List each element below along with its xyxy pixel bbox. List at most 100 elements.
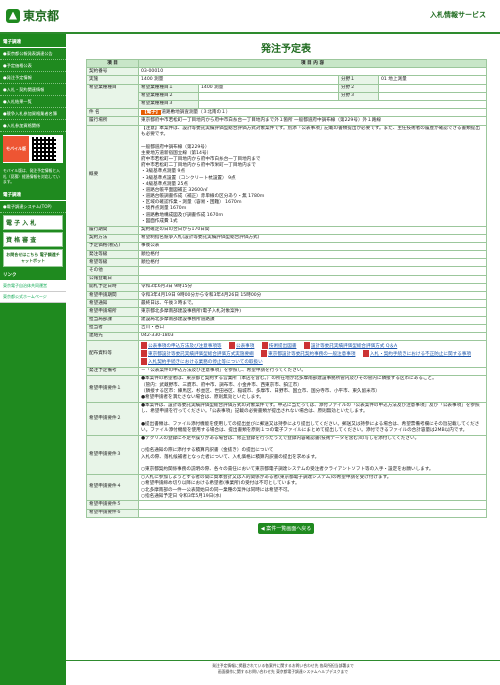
sidebar-heading-procurement: 電子調達	[0, 37, 66, 48]
main-content: 発注予定表 項 目 項 目 内 容 契約番号 03-00010 実施 1400 …	[86, 34, 487, 534]
label-business: 実施	[86, 75, 139, 85]
tokyo-logo[interactable]: 東京都	[6, 7, 59, 24]
label-gyomu3: 希望業種種目３	[138, 99, 199, 110]
back-to-list-button[interactable]: ◀ 案件一覧画面へ戻る	[258, 522, 314, 534]
value-gyomu2	[198, 91, 339, 101]
chatbot-banner[interactable]: お問合せはこちら 電子調達チャットボット	[3, 249, 63, 268]
doc-link[interactable]: 公表事項	[228, 341, 254, 349]
pdf-icon	[141, 341, 147, 349]
doc-link[interactable]: 設計等委託実績評価型総合評価方式 Q＆A	[303, 341, 397, 349]
label-other: その他	[86, 266, 139, 276]
label-kenmei: 件 名	[86, 108, 139, 118]
label-req5: 希望申請要件５	[86, 500, 139, 510]
qualification-button[interactable]: 資 格 審 査	[3, 232, 63, 248]
label-gyomu: 希望業種種目	[86, 83, 139, 110]
doc-link[interactable]: 入札契約手続きにおける業務の停止等についての取扱い	[141, 358, 263, 365]
value-rank: 順位格付	[138, 258, 487, 268]
value-other	[138, 266, 487, 276]
label-office: 希望申請場所	[86, 307, 139, 317]
sidebar-item-bid-results[interactable]: ●入札結果一覧	[0, 96, 66, 108]
col-header-content: 項 目 内 容	[138, 58, 487, 69]
value-contract-no: 03-00010	[138, 67, 487, 77]
value-req6	[138, 508, 487, 518]
label-person: 担当者	[86, 323, 139, 333]
value-tax: 事後公表	[138, 241, 487, 252]
label-req3: 希望申請要件３	[86, 434, 139, 475]
value-place: 東京都府中市若松町一丁目地内から府中市白糸台一丁目地内まで外１箇所 一般都道府中…	[138, 116, 487, 126]
value-business: 1400 測量	[138, 75, 339, 85]
sidebar: 電子調達 ●東京都公報発表調達公告 ●予定価格公表 ●発注予定情報 ●入札・契約…	[0, 34, 66, 685]
value-bunya1: 01 地上測量	[378, 75, 487, 85]
sidebar-item-public-notice[interactable]: ●東京都公報発表調達公告	[0, 48, 66, 60]
value-kenmei: 【電子】道路敷地調査測量（３北南の１）	[138, 108, 487, 118]
pdf-icon	[261, 349, 268, 357]
logo-text: 東京都	[23, 9, 60, 23]
doc-link[interactable]: 入札・契約手続きにおける不正防止に関する事項	[362, 349, 471, 357]
tokyo-emblem-icon	[6, 8, 20, 23]
site-title: 入札情報サービス	[430, 11, 486, 19]
qr-code-icon	[32, 137, 56, 161]
sidebar-item-e-procurement-top[interactable]: ●電子調達システム(TOP)	[0, 201, 66, 214]
pdf-icon	[141, 349, 147, 357]
order-schedule-table: 項 目 項 目 内 容 契約番号 03-00010 実施 1400 測量 分野１…	[86, 58, 487, 518]
sidebar-item-vendor-list[interactable]: ●競争入札参加資格業者名簿	[0, 108, 66, 120]
link-e-government[interactable]: 東京電子自治体共同運営	[0, 281, 66, 293]
doc-link[interactable]: 東京都設計等委託実績評価型総合評価方式実施要綱	[141, 349, 254, 357]
e-bidding-button[interactable]: 電 子 入 札	[3, 215, 63, 231]
label-docs: 配布資料等	[86, 340, 139, 368]
sidebar-item-bid-info[interactable]: ●入札・契約関連情報	[0, 84, 66, 96]
value-gaiyo: 【注意】本案件は、設計等委託実績評価型総合評価方式対象案件です。別添「公表事項」…	[138, 124, 487, 227]
doc-link[interactable]: 公表事項の申込方法及び注意事項等	[141, 341, 222, 349]
label-req2: 希望申請要件２	[86, 401, 139, 436]
label-bunya3: 分野３	[338, 91, 379, 101]
footer: 発注予定情報に掲載されている各案件に関するお問い合わせ先 各局所担当部署まで 画…	[66, 660, 500, 674]
pdf-icon	[228, 341, 235, 349]
label-bunya2: 分野２	[338, 83, 379, 93]
label-want: 希望申請期間	[86, 290, 139, 301]
value-appeal: －「公表案件の申込方法及び注意事項」を参照し、希望申請を行ってください。	[138, 366, 487, 376]
doc-link[interactable]: 東京都設計等委託契約事務の一般注意事項	[261, 349, 355, 357]
docs-list: 公表事項の申込方法及び注意事項等 公表事項 技術提出図書 設計等委託実績評価型総…	[138, 340, 487, 368]
mobile-box[interactable]: モバイル版	[3, 135, 63, 163]
label-gaiyo: 概要	[86, 124, 139, 227]
sidebar-heading-procurement-2: 電子調達	[0, 190, 66, 202]
value-req3: ●テクリスの登録に不足や誤りがある場合は、修正登録を行ったうえで登録内容確認書(…	[138, 434, 487, 475]
electronic-tag: 【電子】	[141, 109, 162, 115]
pdf-icon	[362, 349, 369, 357]
value-req1: ●本案件の希望者は、東京都と契約する営業所（本店を含む。）の所在地が北多摩南部建…	[138, 374, 487, 403]
value-bunya2	[378, 83, 487, 93]
sidebar-item-price-publication[interactable]: ●予定価格公表	[0, 60, 66, 72]
value-want: 令和3年4月19日 9時00分から令和3年4月26日 15時00分	[138, 290, 487, 301]
doc-link[interactable]: 技術提出図書	[261, 341, 296, 349]
sidebar-item-order-schedule[interactable]: ●発注予定情報	[0, 72, 66, 84]
label-rank: 希望等級	[86, 258, 139, 268]
pdf-icon	[303, 341, 310, 349]
sidebar-item-qualification[interactable]: ●入札参加資格関係	[0, 120, 66, 132]
pdf-icon	[261, 341, 268, 349]
label-method: 契約方法	[86, 233, 139, 243]
label-date: 公報登載日	[86, 274, 139, 284]
value-gyomu3	[198, 99, 487, 110]
mobile-label: モバイル版	[3, 136, 29, 162]
link-tokyo-official[interactable]: 東京都公式ホームページ	[0, 292, 66, 304]
sidebar-heading-links: リンク	[0, 270, 66, 282]
value-gyomu1: 1400 測量	[198, 83, 339, 93]
mobile-note: モバイル版は、発注予定情報と入札（見積）経過情報を対応しています。	[3, 168, 60, 185]
label-place: 履行場所	[86, 116, 139, 126]
kenmei-text: 道路敷地調査測量（３北南の１）	[161, 109, 231, 115]
label-jimusho: 担当局部課	[86, 315, 139, 325]
value-tel: 042-330-1803	[138, 331, 487, 342]
footer-line-2: 画面操作に関するお問い合わせ先 東京都電子調達システムヘルプデスクまで	[217, 668, 349, 674]
label-contract-no: 契約番号	[86, 67, 139, 77]
label-gyomu1: 希望業種種目１	[138, 83, 199, 93]
value-office: 東京都北多摩南部建設事務所(電子入札対象案件)	[138, 307, 487, 317]
value-req4: ○入札に参加しようとする者の間に資本会計又は人的関係がある者(東京都電子調達シス…	[138, 473, 487, 502]
label-deadline: 希望通知	[86, 299, 139, 309]
value-period: 契約確定の日の翌日から170日間	[138, 225, 487, 235]
label-open: 開札予定日時	[86, 282, 139, 293]
label-period: 履行期間	[86, 225, 139, 235]
value-dept: 順位格付	[138, 250, 487, 260]
label-req1: 希望申請要件１	[86, 374, 139, 403]
label-tax: 予定価格(税込)	[86, 241, 139, 252]
back-label: 案件一覧画面へ戻る	[266, 525, 312, 532]
